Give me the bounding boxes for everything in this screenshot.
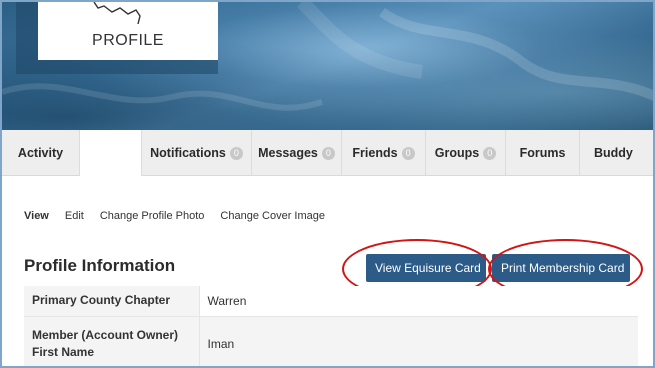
tab-groups[interactable]: Groups 0 [426,130,506,176]
count-badge: 0 [483,146,497,160]
field-label: Member (Account Owner) First Name [24,316,199,366]
tab-label: Notifications [150,146,226,160]
tab-label: Profile [91,146,130,160]
tab-label: Friends [352,146,398,160]
tab-label: Messages [258,146,318,160]
field-value: Warren [198,286,638,317]
tab-forums[interactable]: Forums [506,130,580,176]
avatar-text: PROFILE [92,32,164,49]
tab-messages[interactable]: Messages 0 [252,130,342,176]
profile-info-table: Primary County Chapter Warren Member (Ac… [24,286,638,366]
avatar-frame: PROFILE [16,2,218,74]
subnav-change-cover-image[interactable]: Change Cover Image [220,210,325,222]
state-outline-icon [93,2,141,25]
count-badge: 0 [321,146,335,160]
subnav-view[interactable]: View [24,210,49,222]
tab-label: Activity [17,146,64,160]
tab-activity[interactable]: Activity [2,130,80,176]
tab-label: Buddy [594,146,633,160]
tab-label: Groups [434,146,480,160]
subnav-change-profile-photo[interactable]: Change Profile Photo [100,210,205,222]
profile-subnav: View Edit Change Profile Photo Change Co… [24,210,341,222]
count-badge: 0 [229,146,243,160]
avatar[interactable]: PROFILE [38,2,218,60]
view-equisure-card-button[interactable]: View Equisure Card [366,254,486,282]
cover-image: PROFILE [2,2,653,130]
profile-tabs: Activity Profile Notifications 0 Messages… [2,130,653,176]
tab-notifications[interactable]: Notifications 0 [142,130,252,176]
section-title: Profile Information [24,256,176,275]
field-value: Iman [198,316,638,366]
print-membership-card-button[interactable]: Print Membership Card [492,254,630,282]
profile-page: PROFILE Activity Profile Notifications 0 … [0,0,655,368]
tab-buddy[interactable]: Buddy [580,130,653,176]
table-row: Primary County Chapter Warren [24,286,638,317]
tab-friends[interactable]: Friends 0 [342,130,426,176]
table-row: Member (Account Owner) First Name Iman [24,316,638,366]
subnav-edit[interactable]: Edit [65,210,84,222]
tab-label: Forums [519,146,566,160]
field-label: Primary County Chapter [24,286,199,317]
tab-profile[interactable]: Profile [80,130,142,176]
count-badge: 0 [401,146,415,160]
